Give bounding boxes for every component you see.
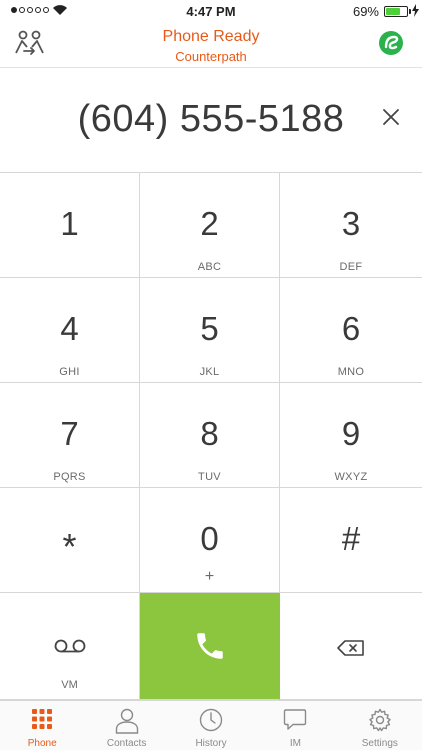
voicemail-button[interactable]: VM [0,593,140,700]
key-4[interactable]: 4 GHI [0,278,140,383]
chat-bubble-icon [284,709,307,730]
key-letters: MNO [337,366,365,378]
key-3[interactable]: 3 DEF [280,173,422,278]
number-display-area: (604) 555-5188 [0,68,422,172]
key-digit: 0 [200,520,219,557]
key-letters: WXYZ [334,471,368,483]
key-digit: 9 [341,415,361,452]
key-digit: 6 [341,310,361,347]
key-0[interactable]: 0 + [140,488,280,593]
key-letters: DEF [339,261,363,273]
key-digit: 2 [200,205,219,242]
dial-keypad: 1 2 ABC 3 DEF 4 GHI 5 JKL 6 MNO 7 PQRS 8… [0,172,422,700]
backspace-icon [337,640,364,656]
key-5[interactable]: 5 JKL [140,278,280,383]
key-1[interactable]: 1 [0,173,140,278]
key-8[interactable]: 8 TUV [140,383,280,488]
tab-label: Settings [361,738,398,749]
clock-icon [199,708,223,732]
tab-settings[interactable]: Settings [338,701,422,750]
key-6[interactable]: 6 MNO [280,278,422,383]
key-digit: 7 [60,415,79,452]
key-letters: PQRS [53,471,86,483]
close-icon [383,109,399,125]
tab-contacts[interactable]: Contacts [84,701,168,750]
tab-label: History [195,738,227,749]
tab-phone[interactable]: Phone [0,701,84,750]
key-2[interactable]: 2 ABC [140,173,280,278]
keypad-grid-icon [32,709,53,729]
status-bar: 4:47 PM 69% [0,0,422,22]
voicemail-label: VM [61,679,78,691]
battery-icon [384,6,408,17]
phone-handset-icon [196,633,223,659]
tab-label: Contacts [106,738,147,749]
app-header: Phone Ready Counterpath [0,22,422,68]
header-subtitle: Counterpath [175,49,247,64]
key-plus: + [204,568,215,585]
dialed-number[interactable]: (604) 555-5188 [0,98,422,141]
clear-number-button[interactable] [378,104,404,130]
key-letters: TUV [198,471,221,483]
header-title: Phone Ready [162,28,260,45]
call-button[interactable] [140,593,280,700]
charging-bolt-icon [412,4,419,17]
backspace-button[interactable] [280,593,422,700]
battery-percent: 69% [352,4,379,19]
tab-label: Phone [27,738,57,749]
tab-history[interactable]: History [169,701,253,750]
key-digit: 1 [60,205,79,242]
bria-logo-icon[interactable] [378,30,404,56]
voicemail-icon [54,639,85,653]
tab-label: IM [289,738,301,749]
gear-icon [369,708,391,732]
key-letters: JKL [199,366,220,378]
key-hash[interactable]: # [280,488,422,593]
key-digit: 4 [60,310,79,347]
tab-bar: Phone Contacts History IM Settings [0,700,422,750]
key-digit: 5 [200,310,219,347]
key-star[interactable]: * [0,488,140,593]
key-7[interactable]: 7 PQRS [0,383,140,488]
key-digit: * [62,526,77,567]
key-digit: # [341,520,361,557]
key-digit: 8 [200,415,219,452]
person-icon [115,708,138,734]
tab-im[interactable]: IM [253,701,337,750]
key-9[interactable]: 9 WXYZ [280,383,422,488]
key-digit: 3 [341,205,361,242]
key-letters: GHI [59,366,80,378]
key-letters: ABC [197,261,222,273]
